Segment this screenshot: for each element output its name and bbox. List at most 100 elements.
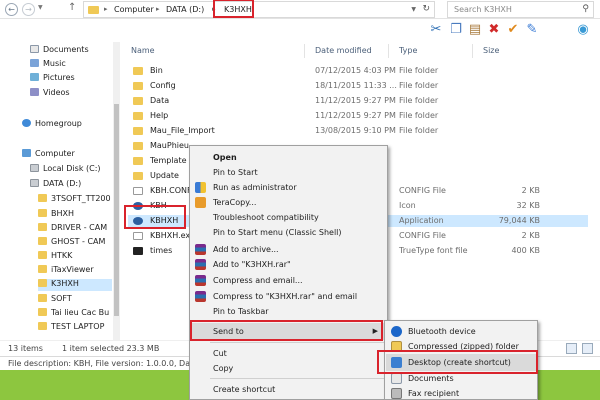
nav-label: Local Disk (C:) bbox=[43, 164, 101, 173]
search-placeholder: Search K3HXH bbox=[454, 5, 512, 14]
table-row[interactable]: Mau_File_Import 13/08/2015 9:10 PM File fo… bbox=[128, 125, 588, 137]
nav-label: Homegroup bbox=[35, 119, 82, 128]
table-row[interactable]: Data 11/12/2015 9:27 PM File folder bbox=[128, 95, 588, 107]
menu-item-compress-email[interactable]: Compress and email... bbox=[191, 272, 386, 289]
nav-label: DATA (D:) bbox=[43, 179, 82, 188]
recent-locations-icon[interactable]: ▼ bbox=[38, 4, 43, 11]
folder-icon bbox=[133, 112, 143, 120]
nav-label: Music bbox=[43, 59, 66, 68]
nav-item-folder[interactable]: TEST LAPTOP bbox=[38, 322, 104, 334]
file-name: times bbox=[150, 246, 173, 255]
folder-icon bbox=[133, 97, 143, 105]
search-input[interactable]: Search K3HXH ⚲ bbox=[447, 1, 594, 18]
menu-item-copy[interactable]: Copy bbox=[191, 360, 386, 377]
menu-label: Compress to "K3HXH.rar" and email bbox=[213, 292, 358, 301]
selection-info: 1 item selected 23.3 MB bbox=[62, 344, 160, 353]
file-type: File folder bbox=[399, 96, 439, 105]
menu-label: Compress and email... bbox=[213, 276, 303, 285]
file-description: File description: KBH, File version: 1.0… bbox=[8, 359, 206, 368]
file-type: TrueType font file bbox=[399, 246, 468, 255]
menu-item-pin-taskbar[interactable]: Pin to Taskbar bbox=[191, 303, 386, 320]
file-type: Application bbox=[399, 216, 444, 225]
highlight-box-desktop-shortcut bbox=[377, 350, 538, 374]
checkmark-icon[interactable]: ✔ bbox=[505, 22, 521, 38]
nav-item-folder[interactable]: SOFT bbox=[38, 294, 72, 306]
computer-icon bbox=[22, 149, 31, 157]
file-name: Data bbox=[150, 96, 170, 105]
nav-item-folder[interactable]: DRIVER - CAM bbox=[38, 223, 107, 235]
highlight-box-breadcrumb bbox=[213, 0, 254, 18]
nav-label: HTKK bbox=[51, 251, 73, 260]
column-header-type[interactable]: Type bbox=[399, 46, 417, 55]
config-file-icon bbox=[133, 232, 143, 240]
column-divider[interactable] bbox=[388, 44, 389, 58]
delete-icon[interactable]: ✖ bbox=[486, 22, 502, 38]
address-dropdown-icon[interactable]: ▼ bbox=[411, 6, 416, 13]
nav-item-k3hxh[interactable]: K3HXH bbox=[38, 279, 112, 291]
nav-item-folder[interactable]: 3TSOFT_TT200 bbox=[38, 194, 111, 206]
menu-item-pin-classic-shell[interactable]: Pin to Start menu (Classic Shell) bbox=[191, 224, 386, 241]
nav-scrollbar[interactable] bbox=[113, 42, 120, 340]
nav-item-videos[interactable]: Videos bbox=[30, 88, 70, 100]
nav-label: BHXH bbox=[51, 209, 74, 218]
globe-icon[interactable]: ◉ bbox=[575, 22, 591, 38]
nav-label: GHOST - CAM bbox=[51, 237, 106, 246]
table-row[interactable]: Help 11/12/2015 9:27 PM File folder bbox=[128, 110, 588, 122]
up-arrow-icon[interactable]: ↑ bbox=[68, 2, 76, 13]
nav-item-data-drive[interactable]: DATA (D:) bbox=[30, 179, 81, 191]
column-header-date[interactable]: Date modified bbox=[315, 46, 372, 55]
table-row[interactable]: Bin 07/12/2015 4:03 PM File folder bbox=[128, 65, 588, 77]
scissors-icon[interactable]: ✂ bbox=[428, 22, 444, 38]
folder-icon bbox=[133, 67, 143, 75]
config-file-icon bbox=[133, 187, 143, 195]
address-bar[interactable]: ▸ Computer ▸ DATA (D:) ▸ K3HXH ▼ ↻ bbox=[83, 1, 435, 18]
rename-icon[interactable]: ✎ bbox=[524, 22, 540, 38]
font-file-icon bbox=[133, 247, 143, 255]
folder-icon bbox=[38, 265, 47, 273]
nav-item-local-disk[interactable]: Local Disk (C:) bbox=[30, 164, 101, 176]
menu-label: Open bbox=[213, 153, 237, 162]
search-icon[interactable]: ⚲ bbox=[582, 4, 589, 14]
menu-separator bbox=[210, 378, 385, 379]
file-name: Bin bbox=[150, 66, 163, 75]
menu-item-create-shortcut[interactable]: Create shortcut bbox=[191, 381, 386, 398]
copy-icon[interactable]: ❐ bbox=[448, 22, 464, 38]
nav-item-folder[interactable]: GHOST - CAM bbox=[38, 237, 105, 249]
nav-item-folder[interactable]: HTKK bbox=[38, 251, 72, 263]
large-icons-view-icon[interactable] bbox=[582, 343, 593, 354]
nav-item-pictures[interactable]: Pictures bbox=[30, 73, 75, 85]
table-row[interactable]: Config 18/11/2015 11:33 ... File folder bbox=[128, 80, 588, 92]
nav-item-folder[interactable]: Tai lieu Cac Bu bbox=[38, 308, 109, 320]
bluetooth-icon bbox=[391, 326, 402, 337]
forward-arrow-icon[interactable]: → bbox=[22, 3, 35, 16]
menu-item-fax-recipient[interactable]: Fax recipient bbox=[386, 385, 536, 400]
details-view-icon[interactable] bbox=[566, 343, 577, 354]
column-header-size[interactable]: Size bbox=[483, 46, 499, 55]
documents-icon bbox=[30, 45, 39, 53]
chevron-right-icon[interactable]: ▸ bbox=[104, 5, 108, 13]
file-type: CONFIG File bbox=[399, 231, 446, 240]
file-type: Icon bbox=[399, 201, 416, 210]
nav-item-documents[interactable]: Documents bbox=[30, 45, 89, 57]
back-arrow-icon[interactable]: ← bbox=[5, 3, 18, 16]
nav-label: Documents bbox=[43, 45, 89, 54]
column-header-name[interactable]: Name bbox=[131, 46, 155, 55]
menu-item-add-to-rar[interactable]: Add to "K3HXH.rar" bbox=[191, 256, 386, 273]
breadcrumb-computer[interactable]: Computer bbox=[114, 5, 154, 14]
nav-item-computer[interactable]: Computer bbox=[22, 149, 75, 161]
nav-scrollbar-thumb[interactable] bbox=[114, 104, 119, 316]
column-divider[interactable] bbox=[304, 44, 305, 58]
folder-icon bbox=[38, 209, 47, 217]
column-divider[interactable] bbox=[472, 44, 473, 58]
menu-label: Troubleshoot compatibility bbox=[213, 213, 319, 222]
nav-item-folder[interactable]: BHXH bbox=[38, 209, 74, 221]
highlight-box-send-to bbox=[190, 320, 383, 341]
nav-item-folder[interactable]: iTaxViewer bbox=[38, 265, 94, 277]
shield-icon bbox=[195, 182, 206, 193]
nav-item-homegroup[interactable]: Homegroup bbox=[22, 119, 82, 131]
refresh-icon[interactable]: ↻ bbox=[422, 4, 430, 14]
breadcrumb-data-drive[interactable]: DATA (D:) bbox=[166, 5, 204, 14]
paste-icon[interactable]: ▤ bbox=[467, 22, 483, 38]
nav-item-music[interactable]: Music bbox=[30, 59, 66, 71]
chevron-right-icon[interactable]: ▸ bbox=[156, 5, 160, 13]
